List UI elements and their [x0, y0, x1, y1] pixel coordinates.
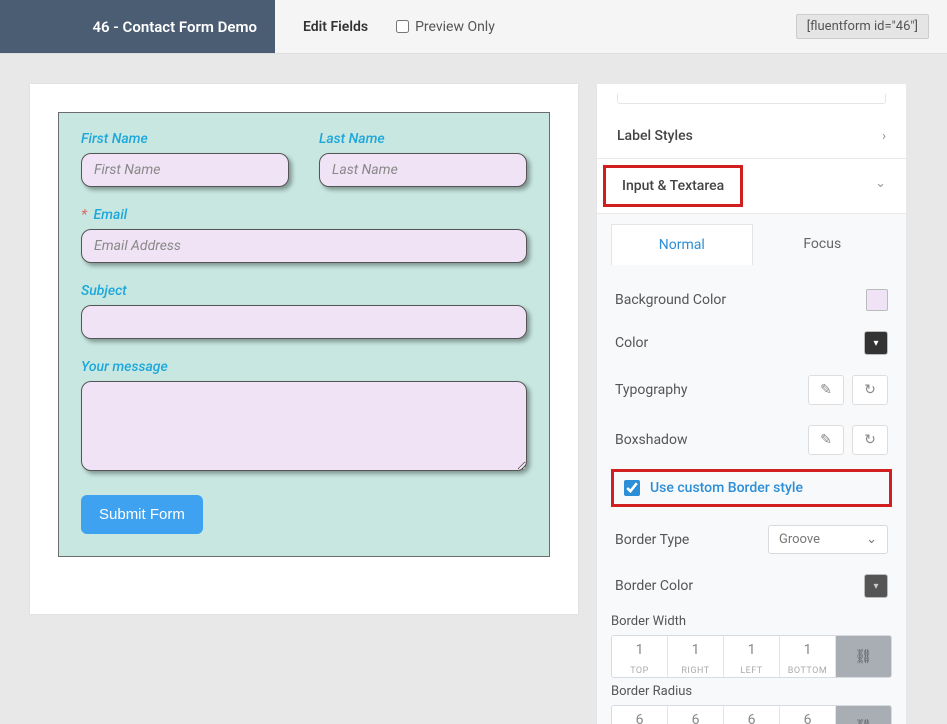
border-radius-label: Border Radius — [611, 684, 892, 699]
submit-button[interactable]: Submit Form — [81, 495, 203, 534]
collapsed-section-indicator — [617, 94, 886, 104]
main-area: First Name Last Name * Email Subject — [0, 54, 947, 724]
chevron-down-icon: ▾ — [873, 581, 878, 592]
form-title: 46 - Contact Form Demo — [0, 0, 275, 53]
reset-icon: ↻ — [864, 432, 876, 448]
br-bottom-input[interactable]: 6 — [780, 706, 835, 724]
chevron-down-icon: ⌄ — [875, 176, 886, 191]
preview-only-toggle[interactable]: Preview Only — [396, 19, 495, 35]
bw-left-input[interactable]: 1 — [724, 636, 779, 664]
header-bar: 46 - Contact Form Demo Edit Fields Previ… — [0, 0, 947, 54]
message-textarea[interactable] — [81, 381, 527, 471]
custom-border-toggle[interactable]: Use custom Border style — [611, 469, 892, 507]
link-icon: ⛓ — [855, 649, 873, 665]
bw-link-toggle[interactable]: ⛓ — [836, 636, 891, 677]
boxshadow-edit-button[interactable]: ✎ — [808, 425, 844, 455]
bg-color-label: Background Color — [615, 292, 726, 308]
first-name-label: First Name — [81, 131, 289, 147]
br-top-input[interactable]: 6 — [612, 706, 667, 724]
typography-label: Typography — [615, 382, 687, 398]
link-icon: ⛓ — [855, 719, 873, 724]
pencil-icon: ✎ — [820, 382, 832, 398]
email-input[interactable] — [81, 229, 527, 263]
border-type-label: Border Type — [615, 532, 689, 548]
message-label: Your message — [81, 359, 527, 375]
chevron-right-icon: › — [882, 129, 886, 144]
reset-icon: ↻ — [864, 382, 876, 398]
bw-right-input[interactable]: 1 — [668, 636, 723, 664]
chevron-down-icon: ⌄ — [866, 532, 877, 547]
border-type-value: Groove — [779, 532, 820, 547]
required-indicator: * — [81, 207, 87, 223]
last-name-label: Last Name — [319, 131, 527, 147]
tab-focus[interactable]: Focus — [753, 224, 893, 265]
bg-color-swatch[interactable] — [866, 289, 888, 311]
section-input-textarea[interactable]: Input & Textarea ⌄ — [597, 159, 906, 214]
email-label: * Email — [81, 207, 527, 223]
border-width-label: Border Width — [611, 614, 892, 629]
bw-top-input[interactable]: 1 — [612, 636, 667, 664]
edit-fields-link[interactable]: Edit Fields — [303, 19, 368, 35]
label-styles-title: Label Styles — [617, 128, 693, 144]
preview-only-label: Preview Only — [415, 19, 495, 35]
br-link-toggle[interactable]: ⛓ — [836, 706, 891, 724]
custom-border-label: Use custom Border style — [650, 480, 803, 496]
form-container: First Name Last Name * Email Subject — [58, 112, 550, 557]
br-left-input[interactable]: 6 — [724, 706, 779, 724]
boxshadow-reset-button[interactable]: ↻ — [852, 425, 888, 455]
typography-reset-button[interactable]: ↻ — [852, 375, 888, 405]
last-name-input[interactable] — [319, 153, 527, 187]
preview-only-checkbox[interactable] — [396, 20, 409, 33]
bw-bottom-input[interactable]: 1 — [780, 636, 835, 664]
input-textarea-title: Input & Textarea — [603, 165, 743, 207]
border-width-inputs: 1TOP 1RIGHT 1LEFT 1BOTTOM ⛓ — [611, 635, 892, 678]
state-tabs: Normal Focus — [611, 214, 892, 265]
border-radius-inputs: 6TOP 6RIGHT 6LEFT 6BOTTOM ⛓ — [611, 705, 892, 724]
br-right-input[interactable]: 6 — [668, 706, 723, 724]
style-settings-panel: Label Styles › Input & Textarea ⌄ Normal… — [596, 84, 906, 724]
color-swatch[interactable]: ▾ — [864, 331, 888, 355]
input-textarea-settings: Normal Focus Background Color Color ▾ Ty… — [597, 214, 906, 724]
chevron-down-icon: ▾ — [873, 338, 878, 349]
border-color-label: Border Color — [615, 578, 693, 594]
border-color-swatch[interactable]: ▾ — [864, 574, 888, 598]
tab-normal[interactable]: Normal — [611, 224, 753, 265]
typography-edit-button[interactable]: ✎ — [808, 375, 844, 405]
shortcode-display[interactable]: [fluentform id="46"] — [796, 14, 929, 39]
border-type-select[interactable]: Groove ⌄ — [768, 525, 888, 554]
form-preview-panel: First Name Last Name * Email Subject — [30, 84, 578, 614]
subject-input[interactable] — [81, 305, 527, 339]
first-name-input[interactable] — [81, 153, 289, 187]
subject-label: Subject — [81, 283, 527, 299]
boxshadow-label: Boxshadow — [615, 432, 687, 448]
custom-border-checkbox[interactable] — [624, 480, 640, 496]
section-label-styles[interactable]: Label Styles › — [597, 114, 906, 159]
color-label: Color — [615, 335, 648, 351]
header-tabs: Edit Fields Preview Only — [275, 19, 796, 35]
pencil-icon: ✎ — [820, 432, 832, 448]
